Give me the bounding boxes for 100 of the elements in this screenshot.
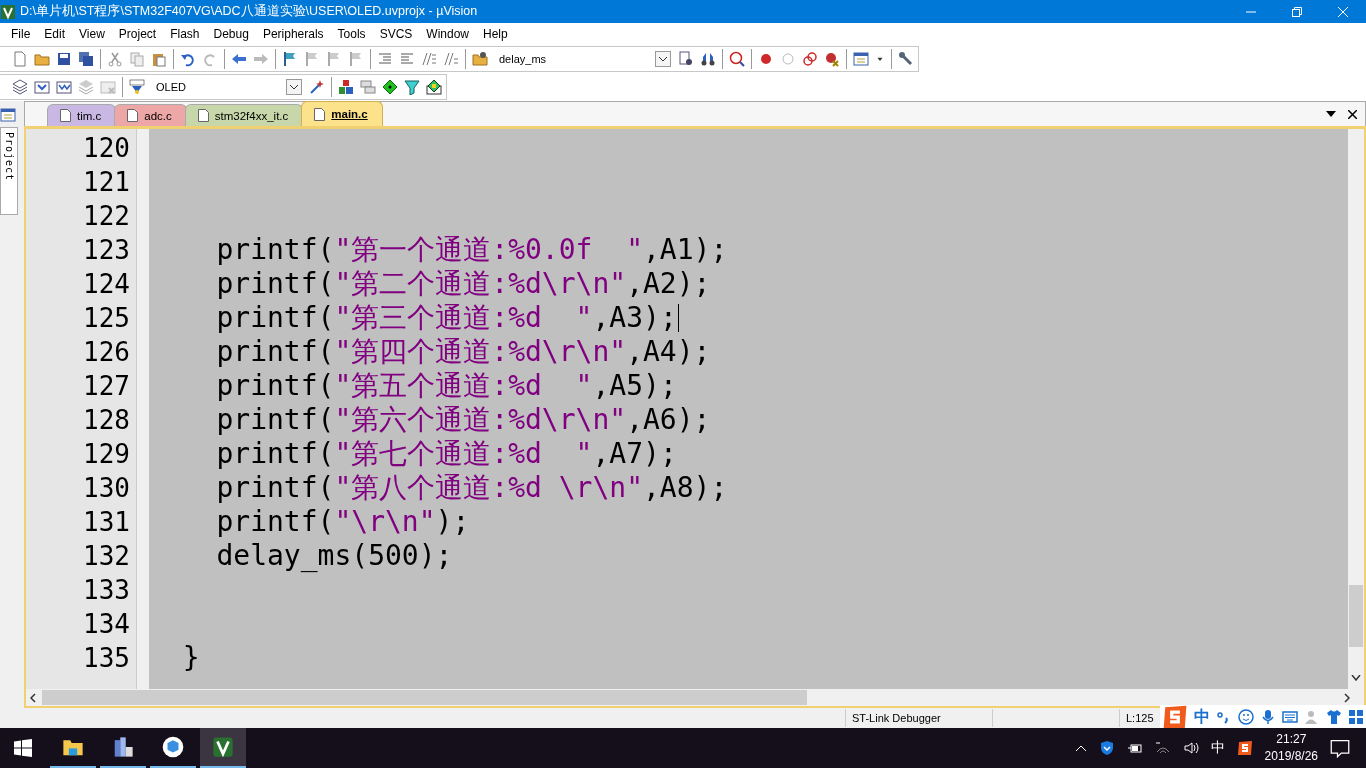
- cube-icon[interactable]: [162, 736, 184, 758]
- find-combo[interactable]: delay_ms: [494, 49, 672, 69]
- diamond-icon[interactable]: [382, 79, 398, 95]
- file-tab[interactable]: adc.c: [114, 104, 187, 126]
- line-number: 123: [83, 234, 130, 267]
- window-title: D:\单片机\ST程序\STM32F407VG\ADC八通道实验\USER\OLED.uvprojx - µVision: [20, 3, 479, 20]
- paste-icon[interactable]: [151, 51, 167, 67]
- file-tab[interactable]: main.c: [301, 101, 383, 126]
- grid-icon[interactable]: [1348, 709, 1364, 725]
- document-icon: [127, 109, 139, 122]
- line-number: 127: [83, 370, 130, 403]
- wrench-icon[interactable]: [898, 51, 914, 67]
- menu-item[interactable]: Tools: [330, 27, 373, 41]
- vertical-scrollbar[interactable]: [1348, 129, 1364, 689]
- debugger-status: ST-Link Debugger: [845, 709, 992, 727]
- menu-item[interactable]: Peripherals: [255, 27, 331, 41]
- code-line: printf("\r\n");: [215, 505, 470, 539]
- menu-item[interactable]: Window: [419, 27, 476, 41]
- line-number: 130: [83, 472, 130, 505]
- file-tab[interactable]: stm32f4xx_it.c: [184, 104, 304, 126]
- horizontal-scrollbar[interactable]: [26, 689, 1364, 706]
- clock[interactable]: 21:27 2019/8/26: [1264, 731, 1318, 765]
- menu-item[interactable]: Edit: [37, 27, 73, 41]
- line-number: 133: [83, 574, 130, 607]
- save-icon[interactable]: [56, 51, 72, 67]
- scrollbar-thumb[interactable]: [1349, 585, 1363, 647]
- code-line: printf("第一个通道:%0.0f ",A1);: [215, 233, 728, 267]
- magic-wand-icon[interactable]: [309, 79, 325, 95]
- code-line: printf("第八个通道:%d \r\n",A8);: [215, 471, 728, 505]
- keyboard-icon[interactable]: [1282, 709, 1298, 725]
- new-file-icon[interactable]: [12, 51, 28, 67]
- dropdown-icon: [290, 84, 298, 90]
- menu-item[interactable]: File: [4, 27, 38, 41]
- taskbar-app[interactable]: [200, 728, 246, 768]
- menu-item[interactable]: Debug: [206, 27, 256, 41]
- menu-item[interactable]: Project: [111, 27, 164, 41]
- flag-icon[interactable]: [282, 51, 298, 67]
- project-window-icon[interactable]: [0, 107, 16, 123]
- microphone-icon[interactable]: [1260, 709, 1276, 725]
- line-number: 135: [83, 642, 130, 675]
- buildings-icon[interactable]: [112, 736, 134, 758]
- cut-icon[interactable]: [107, 51, 123, 67]
- clear-breakpoints-icon[interactable]: [824, 51, 840, 67]
- app-logo-icon[interactable]: [0, 3, 16, 20]
- code-line: printf("第二个通道:%d\r\n",A2);: [215, 267, 711, 301]
- menu-item[interactable]: Help: [476, 27, 515, 41]
- binoculars-icon[interactable]: [700, 51, 716, 67]
- colored-blocks-icon[interactable]: [338, 79, 354, 95]
- caret-icon[interactable]: [1326, 111, 1336, 117]
- chevron-up-icon[interactable]: [1074, 744, 1087, 752]
- sidebar-tab[interactable]: Project: [0, 127, 18, 215]
- breakpoints-icon[interactable]: [802, 51, 818, 67]
- line-number: 129: [83, 438, 130, 471]
- file-tab[interactable]: tim.c: [47, 104, 117, 126]
- notification-icon[interactable]: [1330, 738, 1350, 758]
- funnel-icon[interactable]: [404, 79, 420, 95]
- ime-logo-icon[interactable]: [1162, 704, 1188, 730]
- dropdown-icon: [659, 56, 667, 62]
- find-in-files-icon[interactable]: [472, 51, 488, 67]
- find-icon[interactable]: [678, 51, 694, 67]
- left-arrow-icon[interactable]: [231, 51, 247, 67]
- load-icon[interactable]: [129, 79, 145, 95]
- rebuild-icon[interactable]: [56, 79, 72, 95]
- close-icon[interactable]: [1348, 109, 1357, 119]
- build-icon[interactable]: [34, 79, 50, 95]
- shirt-icon[interactable]: [1326, 709, 1342, 725]
- window-icon[interactable]: [853, 51, 869, 67]
- line-number: 128: [83, 404, 130, 437]
- line-number: 122: [83, 200, 130, 233]
- line-number: 126: [83, 336, 130, 369]
- scrollbar-thumb[interactable]: [42, 690, 807, 705]
- menu-item[interactable]: SVCS: [372, 27, 420, 41]
- menu-item[interactable]: View: [72, 27, 112, 41]
- comment-icon[interactable]: [421, 51, 437, 67]
- code-line: printf("第七个通道:%d ",A7);: [215, 437, 677, 471]
- code-line: printf("第三个通道:%d ",A3);: [215, 301, 677, 335]
- undo-icon[interactable]: [180, 51, 196, 67]
- line-number: 124: [83, 268, 130, 301]
- ime-indicator[interactable]: 中: [1210, 739, 1225, 757]
- uncomment-icon[interactable]: [443, 51, 459, 67]
- stacked-windows-icon[interactable]: [360, 79, 376, 95]
- diamond-grid-icon[interactable]: [426, 79, 442, 95]
- save-all-icon[interactable]: [78, 51, 94, 67]
- code-line: printf("第四个通道:%d\r\n",A4);: [215, 335, 711, 369]
- volume-icon[interactable]: [1182, 740, 1199, 756]
- shield-icon[interactable]: [1098, 740, 1115, 756]
- open-folder-icon[interactable]: [34, 51, 50, 67]
- restore-icon: [1291, 5, 1303, 18]
- breakpoint-icon[interactable]: [758, 51, 774, 67]
- code-area[interactable]: [149, 129, 1348, 689]
- app-logo-icon[interactable]: [212, 736, 234, 758]
- line-number: 131: [83, 506, 130, 539]
- menu-item[interactable]: Flash: [163, 27, 207, 41]
- wifi-icon[interactable]: [1154, 740, 1171, 756]
- line-number: 132: [83, 540, 130, 573]
- line-number: 134: [83, 608, 130, 641]
- smiley-icon[interactable]: [1238, 709, 1254, 725]
- ime-logo-icon[interactable]: [1236, 740, 1253, 756]
- document-icon: [60, 109, 71, 122]
- line-number: 120: [83, 132, 130, 165]
